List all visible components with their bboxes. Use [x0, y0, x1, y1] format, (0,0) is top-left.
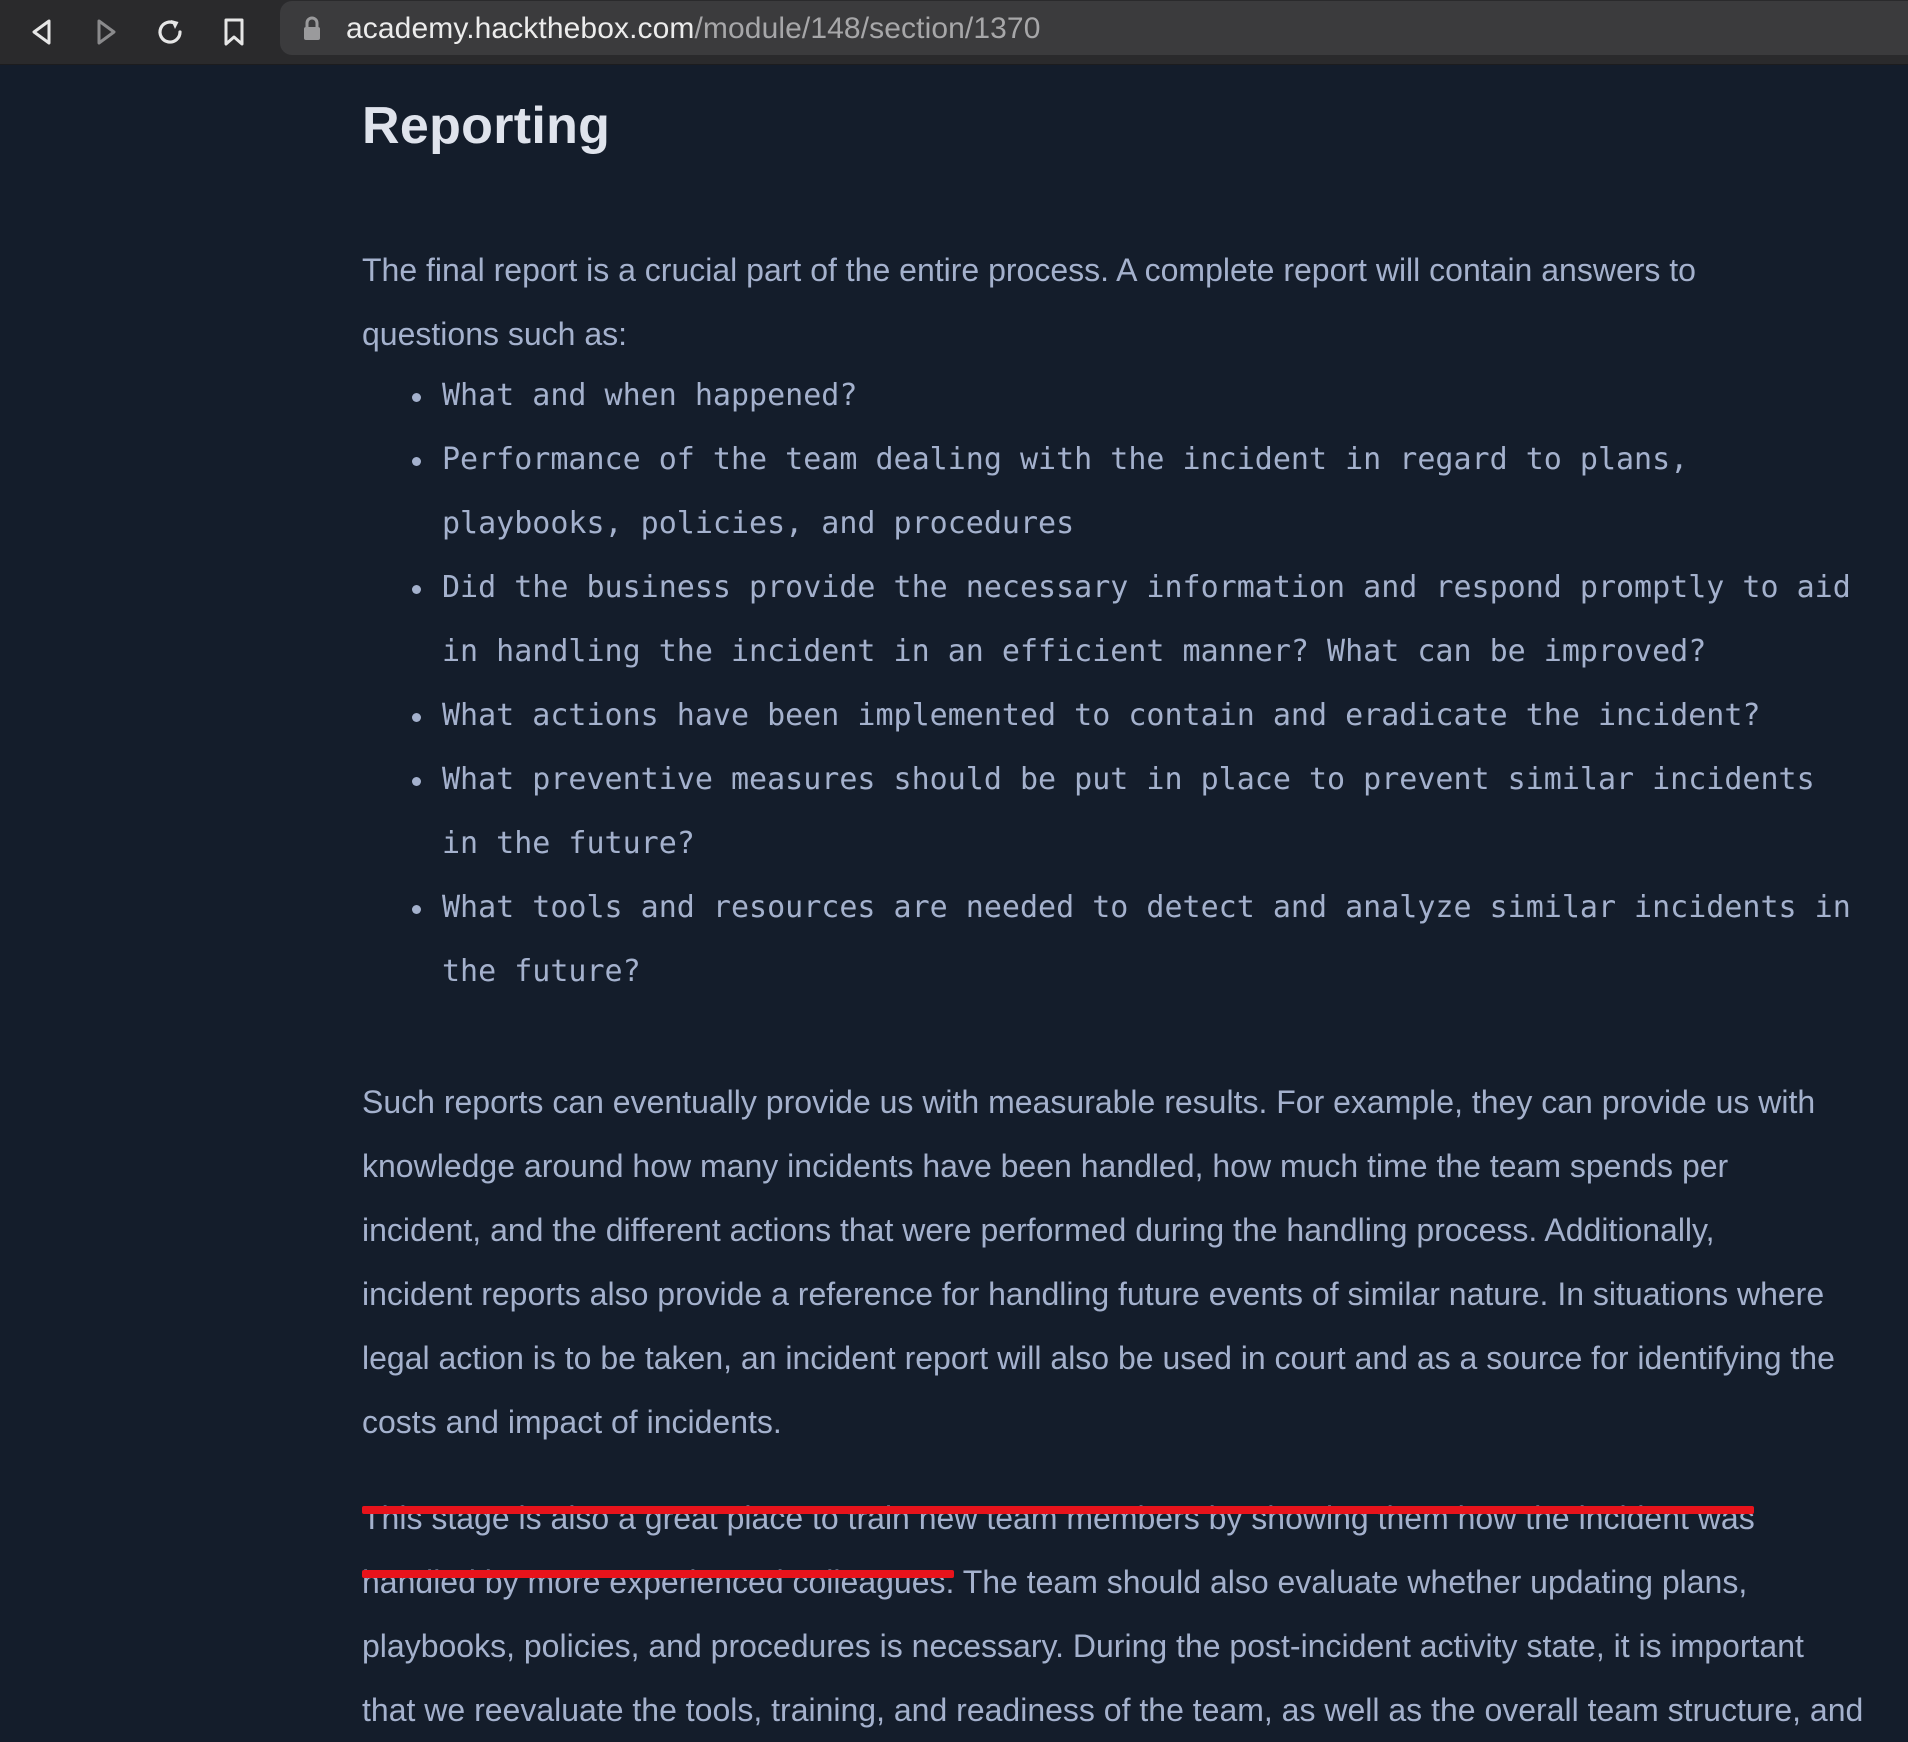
list-item: What preventive measures should be put i…	[362, 748, 1851, 876]
list-item-text: What tools and resources are needed to d…	[442, 890, 1851, 925]
reload-button[interactable]	[148, 10, 192, 54]
forward-icon	[97, 19, 116, 45]
list-item: Did the business provide the necessary i…	[362, 556, 1851, 684]
list-item-text: in the future?	[442, 826, 695, 861]
page-title: Reporting	[362, 97, 611, 155]
question-list: What and when happened? Performance of t…	[362, 364, 1851, 1004]
list-item-text: What preventive measures should be put i…	[442, 762, 1815, 797]
url-text: academy.hackthebox.com/module/148/sectio…	[346, 12, 1040, 46]
back-icon	[32, 19, 51, 45]
body-line: incident, and the different actions that…	[362, 1212, 1715, 1248]
body-line: incident reports also provide a referenc…	[362, 1276, 1825, 1312]
body-line: Such reports can eventually provide us w…	[362, 1084, 1816, 1120]
final-line: that we reevaluate the tools, training, …	[362, 1692, 1864, 1728]
back-button[interactable]	[20, 10, 64, 54]
intro-line: The final report is a crucial part of th…	[362, 252, 1696, 288]
reload-icon	[158, 20, 182, 44]
forward-button[interactable]	[84, 10, 128, 54]
bullet-icon	[412, 457, 421, 466]
browser-toolbar: academy.hackthebox.com/module/148/sectio…	[0, 0, 1908, 65]
bullet-icon	[412, 713, 421, 722]
list-item-text: Did the business provide the necessary i…	[442, 570, 1851, 605]
list-item-text: What and when happened?	[442, 378, 858, 413]
list-item-text: in handling the incident in an efficient…	[442, 634, 1707, 669]
body-paragraph: Such reports can eventually provide us w…	[362, 1070, 1835, 1454]
highlight-underline	[362, 1506, 1754, 1514]
list-item: What actions have been implemented to co…	[362, 684, 1851, 748]
final-line: This stage is also a great place to trai…	[362, 1500, 1755, 1536]
final-line: handled by more experienced colleagues. …	[362, 1564, 1748, 1600]
url-domain: academy.hackthebox.com	[346, 12, 695, 45]
intro-line: questions such as:	[362, 316, 628, 352]
url-path: /module/148/section/1370	[694, 12, 1041, 45]
list-item-text: the future?	[442, 954, 641, 989]
bookmark-button[interactable]	[212, 10, 256, 54]
list-item-text: Performance of the team dealing with the…	[442, 442, 1689, 477]
bullet-icon	[412, 393, 421, 402]
bullet-icon	[412, 777, 421, 786]
bookmark-icon	[224, 18, 244, 46]
bullet-icon	[412, 585, 421, 594]
body-line: knowledge around how many incidents have…	[362, 1148, 1729, 1184]
list-item-text: playbooks, policies, and procedures	[442, 506, 1075, 541]
lock-icon	[304, 16, 320, 40]
list-item: Performance of the team dealing with the…	[362, 428, 1851, 556]
list-item: What and when happened?	[362, 364, 1851, 428]
body-line: costs and impact of incidents.	[362, 1404, 782, 1440]
address-bar[interactable]: academy.hackthebox.com/module/148/sectio…	[280, 1, 1908, 55]
body-line: legal action is to be taken, an incident…	[362, 1340, 1835, 1376]
bullet-icon	[412, 905, 421, 914]
list-item: What tools and resources are needed to d…	[362, 876, 1851, 1004]
list-item-text: What actions have been implemented to co…	[442, 698, 1761, 733]
highlight-underline	[362, 1570, 954, 1578]
intro-paragraph: The final report is a crucial part of th…	[362, 238, 1696, 366]
final-line: playbooks, policies, and procedures is n…	[362, 1628, 1804, 1664]
final-paragraph: This stage is also a great place to trai…	[362, 1486, 1863, 1742]
